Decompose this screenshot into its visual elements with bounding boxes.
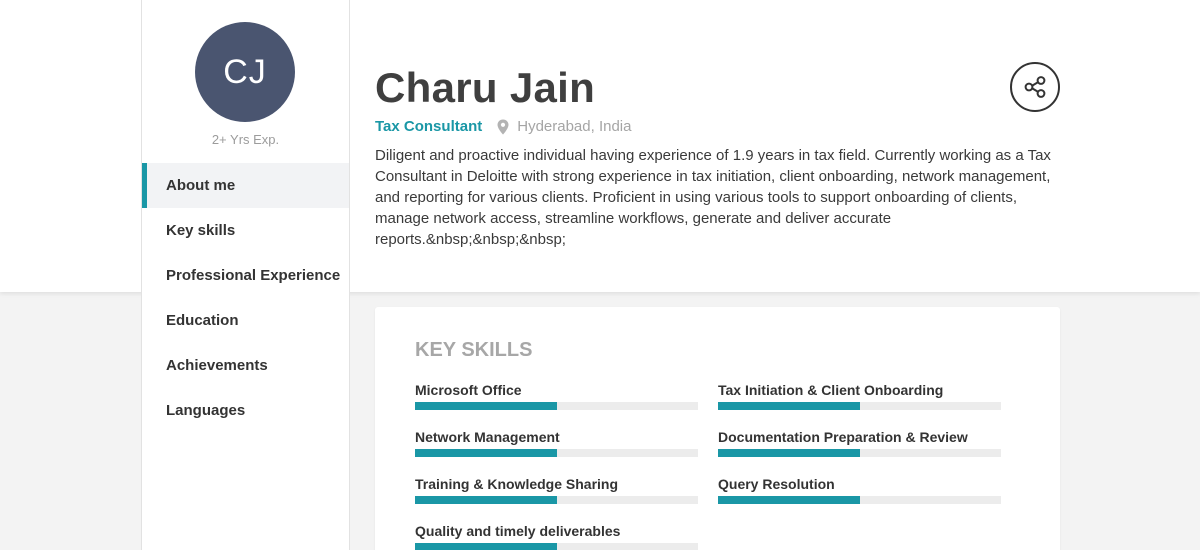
skill-bar-track xyxy=(415,402,698,410)
section-nav: About me Key skills Professional Experie… xyxy=(142,163,349,433)
profile-name: Charu Jain xyxy=(375,64,596,111)
skill-bar-fill xyxy=(415,449,557,457)
skill-bar-track xyxy=(718,449,1001,457)
skill-bar-fill xyxy=(718,496,860,504)
share-button[interactable] xyxy=(1010,62,1060,112)
job-title: Tax Consultant xyxy=(375,118,483,135)
skill-bar-fill xyxy=(718,402,860,410)
skill-name: Quality and timely deliverables xyxy=(415,523,621,539)
profile-sidebar: CJ 2+ Yrs Exp. About me Key skills Profe… xyxy=(141,0,350,550)
skills-grid: Microsoft Office Tax Initiation & Client… xyxy=(415,381,1001,550)
about-text: Diligent and proactive individual having… xyxy=(375,147,1051,248)
skill-name: Microsoft Office xyxy=(415,382,522,398)
skill-item: Training & Knowledge Sharing xyxy=(415,475,698,504)
skill-bar-fill xyxy=(718,449,860,457)
skill-name: Query Resolution xyxy=(718,476,835,492)
avatar: CJ xyxy=(195,22,295,122)
location-pin-icon xyxy=(497,119,509,134)
skill-name: Training & Knowledge Sharing xyxy=(415,476,619,492)
key-skills-card: KEY SKILLS Microsoft Office Tax Initiati… xyxy=(375,307,1060,550)
skill-name: Documentation Preparation & Review xyxy=(718,429,968,445)
nav-item-education[interactable]: Education xyxy=(142,298,349,343)
skill-name: Network Management xyxy=(415,429,560,445)
experience-label: 2+ Yrs Exp. xyxy=(211,132,280,147)
nav-item-professional-experience[interactable]: Professional Experience xyxy=(142,253,349,298)
nav-item-languages[interactable]: Languages xyxy=(142,388,349,433)
skill-bar-fill xyxy=(415,496,557,504)
skill-item: Network Management xyxy=(415,428,698,457)
skill-item: Tax Initiation & Client Onboarding xyxy=(718,381,1001,410)
skill-bar-track xyxy=(415,496,698,504)
profile-meta: Tax Consultant Hyderabad, India xyxy=(375,118,1065,135)
skill-item: Microsoft Office xyxy=(415,381,698,410)
skill-item: Quality and timely deliverables xyxy=(415,522,698,550)
share-icon xyxy=(1024,76,1046,98)
profile-summary: Charu Jain Tax Consultant Hyderabad, Ind… xyxy=(375,62,1065,250)
avatar-initials: CJ xyxy=(223,52,267,91)
skill-bar-track xyxy=(718,496,1001,504)
skill-name: Tax Initiation & Client Onboarding xyxy=(718,382,944,398)
nav-item-achievements[interactable]: Achievements xyxy=(142,343,349,388)
skill-item: Query Resolution xyxy=(718,475,1001,504)
skill-bar-track xyxy=(415,543,698,550)
skill-item: Documentation Preparation & Review xyxy=(718,428,1001,457)
nav-item-key-skills[interactable]: Key skills xyxy=(142,208,349,253)
key-skills-heading: KEY SKILLS xyxy=(415,339,533,361)
location-text: Hyderabad, India xyxy=(517,118,632,135)
skill-bar-track xyxy=(718,402,1001,410)
skill-bar-fill xyxy=(415,402,557,410)
nav-item-about-me[interactable]: About me xyxy=(142,163,349,208)
skill-bar-fill xyxy=(415,543,557,550)
skill-bar-track xyxy=(415,449,698,457)
